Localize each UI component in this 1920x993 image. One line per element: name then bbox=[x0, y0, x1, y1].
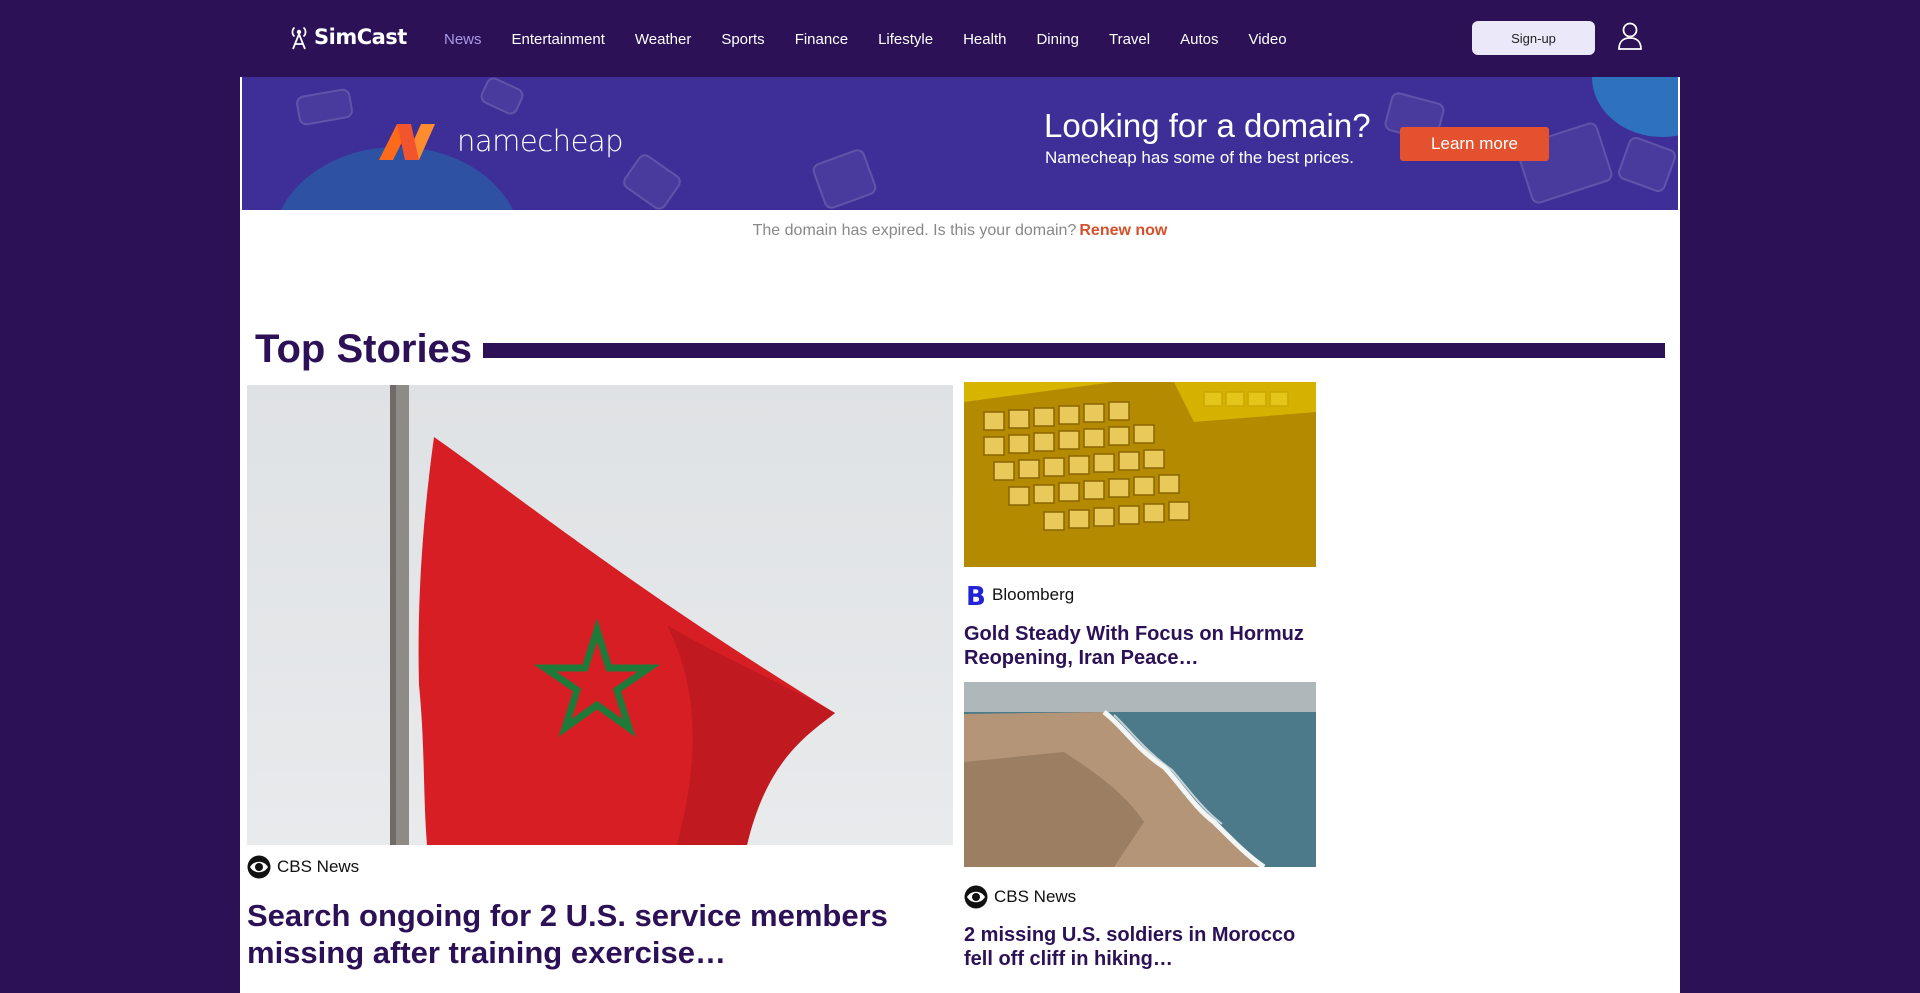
nav-health[interactable]: Health bbox=[963, 31, 1006, 48]
story-image-gold[interactable] bbox=[964, 382, 1316, 567]
section-title: Top Stories bbox=[255, 327, 473, 371]
ad-decoration bbox=[294, 87, 355, 127]
nav-sports[interactable]: Sports bbox=[721, 31, 764, 48]
nav-entertainment[interactable]: Entertainment bbox=[512, 31, 605, 48]
namecheap-n-icon bbox=[379, 124, 435, 160]
source-name: Bloomberg bbox=[992, 585, 1075, 604]
story-image-coast[interactable] bbox=[964, 682, 1316, 867]
nav-news[interactable]: News bbox=[444, 31, 482, 48]
signup-button[interactable]: Sign-up bbox=[1472, 21, 1595, 55]
story-source: CBS News bbox=[964, 885, 1076, 909]
story-headline[interactable]: Search ongoing for 2 U.S. service member… bbox=[247, 897, 947, 971]
section-divider bbox=[483, 343, 1665, 358]
nav-weather[interactable]: Weather bbox=[635, 31, 691, 48]
logo-text: SimCast bbox=[314, 25, 407, 49]
nav-travel[interactable]: Travel bbox=[1109, 31, 1150, 48]
nav-dining[interactable]: Dining bbox=[1036, 31, 1079, 48]
story-source: B Bloomberg bbox=[964, 582, 1074, 608]
cbs-eye-icon bbox=[964, 885, 988, 909]
ad-decoration bbox=[1592, 77, 1678, 137]
learn-more-button[interactable]: Learn more bbox=[1400, 127, 1549, 161]
main-nav: News Entertainment Weather Sports Financ… bbox=[444, 31, 1317, 48]
user-account-icon[interactable] bbox=[1617, 22, 1643, 55]
nav-lifestyle[interactable]: Lifestyle bbox=[878, 31, 933, 48]
source-name: CBS News bbox=[277, 857, 360, 876]
source-name: CBS News bbox=[994, 887, 1077, 906]
bloomberg-b-icon: B bbox=[964, 582, 986, 608]
ad-subtext: Namecheap has some of the best prices. bbox=[1045, 148, 1354, 167]
story-headline[interactable]: Gold Steady With Focus on Hormuz Reopeni… bbox=[964, 622, 1314, 670]
nav-autos[interactable]: Autos bbox=[1180, 31, 1218, 48]
simcast-logo[interactable]: SimCast bbox=[288, 24, 407, 50]
ad-decoration bbox=[620, 151, 684, 210]
renew-now-link[interactable]: Renew now bbox=[1079, 222, 1167, 239]
story-image-flag[interactable] bbox=[247, 385, 953, 845]
main-content: namecheap Looking for a domain? Namechea… bbox=[240, 77, 1680, 993]
ad-decoration bbox=[477, 77, 527, 118]
ad-decoration bbox=[1615, 134, 1678, 195]
cbs-eye-icon bbox=[247, 855, 271, 879]
ad-decoration bbox=[810, 147, 879, 210]
nav-finance[interactable]: Finance bbox=[795, 31, 848, 48]
antenna-icon bbox=[291, 26, 307, 50]
nav-video[interactable]: Video bbox=[1248, 31, 1286, 48]
namecheap-wordmark: namecheap bbox=[457, 124, 624, 158]
svg-text:B: B bbox=[966, 582, 986, 608]
domain-notice-text: The domain has expired. Is this your dom… bbox=[752, 222, 1077, 239]
story-source: CBS News bbox=[247, 855, 359, 879]
namecheap-logo: namecheap bbox=[377, 120, 624, 162]
ad-headline: Looking for a domain? bbox=[1044, 107, 1371, 144]
domain-notice: The domain has expired. Is this your dom… bbox=[240, 222, 1680, 240]
ad-banner[interactable]: namecheap Looking for a domain? Namechea… bbox=[242, 77, 1678, 210]
site-header: SimCast News Entertainment Weather Sport… bbox=[0, 0, 1920, 77]
story-headline[interactable]: 2 missing U.S. soldiers in Morocco fell … bbox=[964, 923, 1314, 971]
